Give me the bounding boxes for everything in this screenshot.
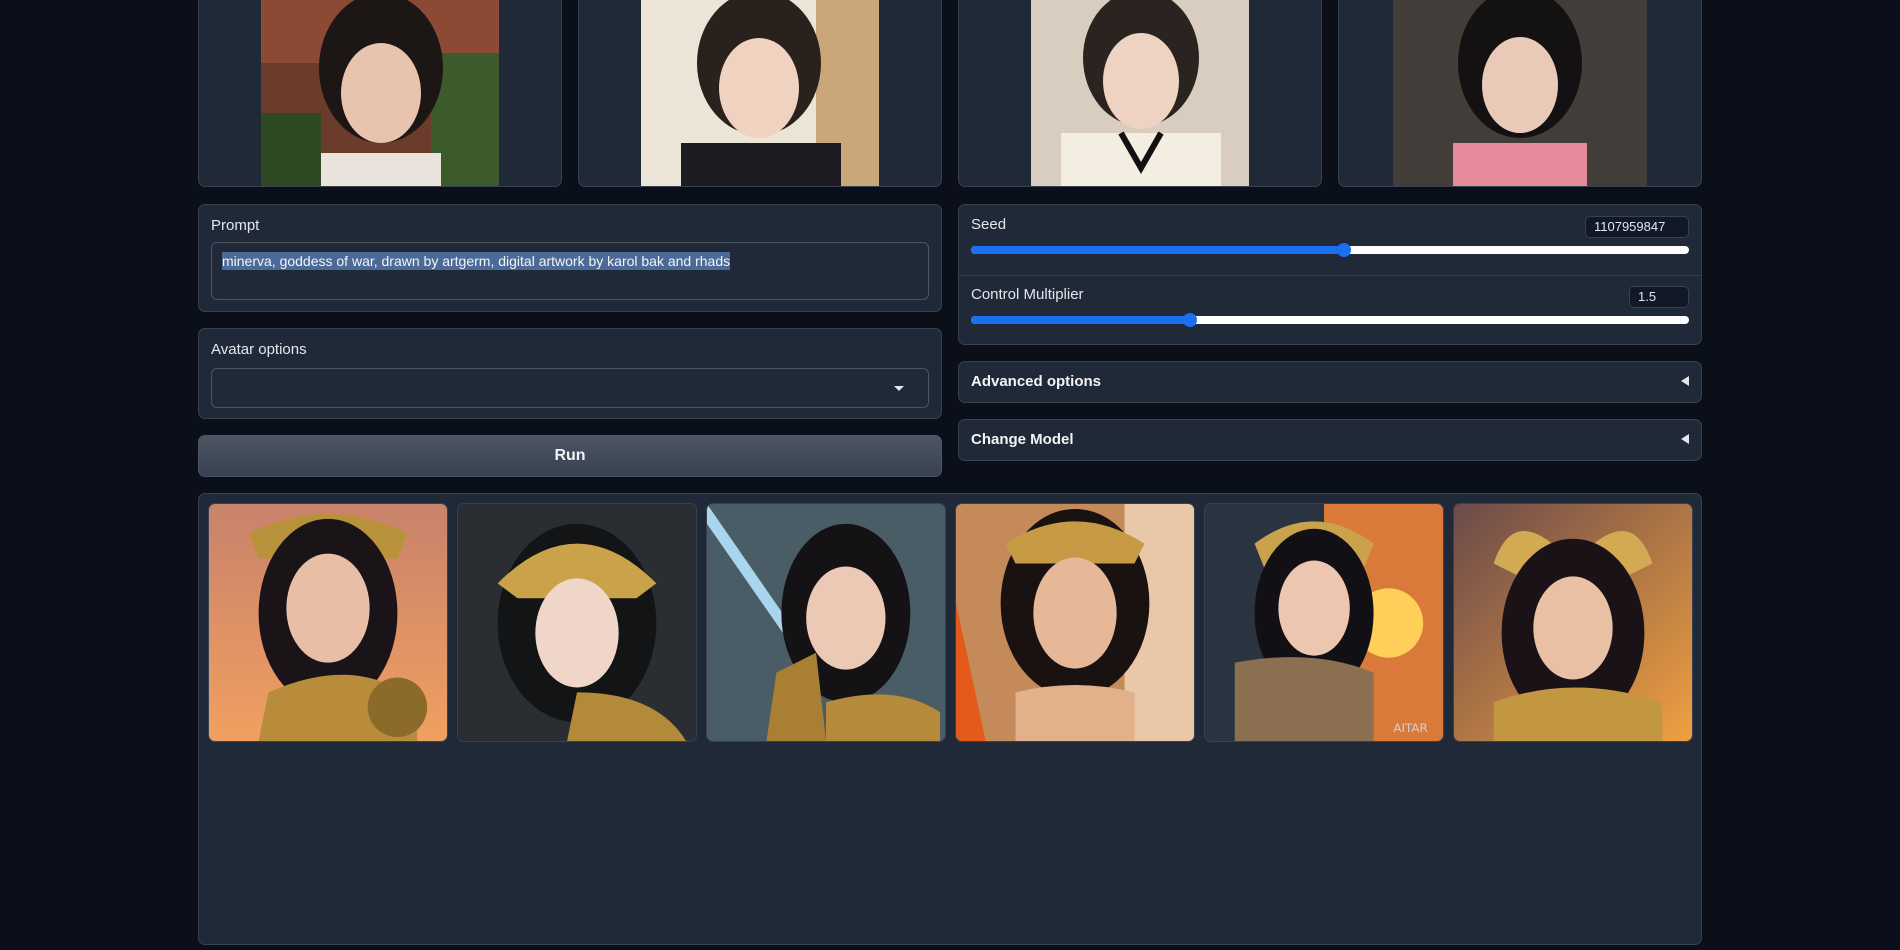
avatar-options-label: Avatar options (211, 341, 307, 358)
seed-slider[interactable] (971, 243, 1689, 257)
control-multiplier-slider[interactable] (971, 313, 1689, 327)
output-gallery: AITAR (198, 493, 1702, 945)
change-model-title: Change Model (971, 431, 1074, 448)
gallery-image-1[interactable] (208, 503, 448, 742)
gallery-image-6[interactable] (1453, 503, 1693, 742)
avatar-options-panel: Avatar options (198, 328, 942, 419)
control-multiplier-slider-thumb[interactable] (1182, 313, 1197, 327)
reference-image-3 (1031, 0, 1249, 186)
seed-input[interactable]: 1107959847 (1585, 216, 1689, 238)
reference-image-panel-2[interactable] (578, 0, 942, 187)
prompt-label: Prompt (211, 217, 260, 234)
sliders-panel: Seed 1107959847 Control Multiplier 1.5 (958, 204, 1702, 345)
collapse-arrow-icon (1681, 376, 1689, 386)
seed-label: Seed (971, 216, 1007, 233)
control-multiplier-input[interactable]: 1.5 (1629, 286, 1689, 308)
control-multiplier-slider-fill (971, 316, 1190, 324)
chevron-down-icon (894, 386, 904, 391)
svg-text:AITAR: AITAR (1393, 721, 1427, 735)
gallery-image-5[interactable]: AITAR (1204, 503, 1444, 742)
app-root: Prompt minerva, goddess of war, drawn by… (198, 0, 1702, 950)
gallery-image-3[interactable] (706, 503, 946, 742)
gallery-image-4[interactable] (955, 503, 1195, 742)
reference-image-4 (1393, 0, 1647, 186)
advanced-options-accordion[interactable]: Advanced options (958, 361, 1702, 403)
reference-image-panel-1[interactable] (198, 0, 562, 187)
reference-image-1 (261, 0, 499, 186)
gallery-image-2[interactable] (457, 503, 697, 742)
prompt-text: minerva, goddess of war, drawn by artger… (222, 252, 731, 270)
prompt-textarea[interactable]: minerva, goddess of war, drawn by artger… (211, 242, 929, 300)
run-button[interactable]: Run (198, 435, 942, 477)
change-model-accordion[interactable]: Change Model (958, 419, 1702, 461)
prompt-panel: Prompt minerva, goddess of war, drawn by… (198, 204, 942, 312)
reference-image-panel-4[interactable] (1338, 0, 1702, 187)
advanced-options-title: Advanced options (971, 373, 1102, 390)
seed-slider-fill (971, 246, 1345, 254)
reference-image-2 (641, 0, 879, 186)
seed-slider-thumb[interactable] (1337, 243, 1352, 257)
divider (959, 275, 1701, 276)
control-multiplier-label: Control Multiplier (971, 286, 1084, 303)
reference-image-panel-3[interactable] (958, 0, 1322, 187)
collapse-arrow-icon (1681, 434, 1689, 444)
avatar-options-dropdown[interactable] (211, 368, 929, 408)
